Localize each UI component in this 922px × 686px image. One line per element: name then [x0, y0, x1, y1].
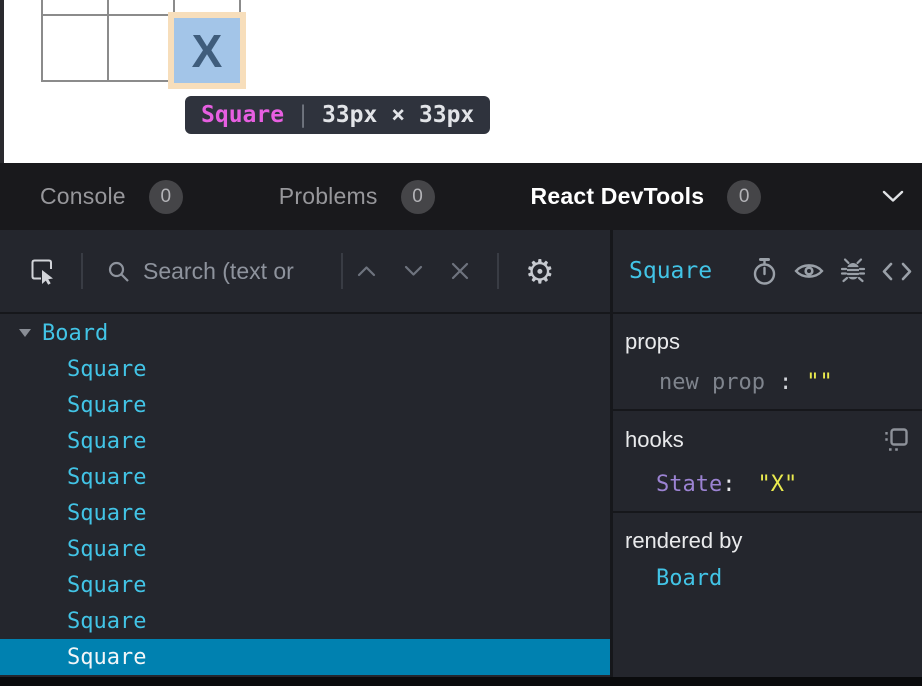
tree-item-square[interactable]: Square [0, 387, 610, 423]
details-header: Square [613, 230, 922, 314]
tree-item-label: Square [67, 501, 146, 526]
hooks-section: hooks State: "X" [613, 411, 922, 513]
tree-item-square[interactable]: Square [0, 459, 610, 495]
new-prop-field[interactable]: new prop [659, 370, 765, 395]
tree-item-square[interactable]: Square [0, 567, 610, 603]
inspect-highlight-overlay[interactable]: X [174, 18, 240, 83]
search-input[interactable] [143, 258, 341, 285]
tab-count-badge: 0 [401, 180, 435, 214]
tab-label: React DevTools [531, 183, 705, 210]
parse-hook-names-icon[interactable] [883, 426, 910, 453]
browser-page: X Square | 33px × 33px [0, 0, 922, 163]
hooks-header-row: hooks [625, 426, 912, 453]
tree-item-label: Square [67, 429, 146, 454]
hooks-header: hooks [625, 427, 684, 453]
state-value-field[interactable]: "X" [757, 472, 797, 497]
tab-react-devtools[interactable]: React DevTools 0 [531, 180, 762, 214]
board-cell[interactable] [109, 16, 173, 80]
search-icon [107, 260, 130, 283]
key-value-colon: : [722, 472, 735, 497]
suspense-timer-icon[interactable] [751, 257, 778, 286]
tab-problems[interactable]: Problems 0 [279, 180, 435, 214]
tree-item-label: Square [67, 645, 146, 670]
tree-item-square[interactable]: Square [0, 351, 610, 387]
new-prop-value-field[interactable]: "" [806, 370, 833, 395]
tree-item-label: Square [67, 537, 146, 562]
square-cell-value: X [192, 24, 223, 78]
inspect-highlight-padding: X [168, 12, 246, 89]
rendered-by-board-link[interactable]: Board [625, 566, 912, 591]
window-edge [0, 0, 4, 163]
component-details-panel: Square [613, 230, 922, 686]
components-tree-panel: ⚙ Board Square Square Square Square Squa… [0, 230, 613, 686]
props-header: props [625, 329, 912, 355]
tab-label: Problems [279, 183, 378, 210]
tree-item-label: Board [42, 321, 108, 346]
board-cell[interactable] [43, 16, 107, 80]
tree-item-square[interactable]: Square [0, 603, 610, 639]
tree-item-square[interactable]: Square [0, 531, 610, 567]
tooltip-divider: | [296, 102, 310, 128]
tooltip-dimensions: 33px × 33px [322, 102, 474, 128]
selected-component-name: Square [629, 258, 712, 284]
rendered-by-section: rendered by Board [613, 513, 922, 605]
toolbar-divider [341, 253, 343, 289]
board-cell[interactable] [43, 0, 107, 14]
toolbar-divider [81, 253, 83, 289]
tree-item-label: Square [67, 357, 146, 382]
inspect-dom-eye-icon[interactable] [794, 261, 824, 281]
key-value-colon: : [779, 370, 792, 395]
state-hook-row: State: "X" [625, 472, 912, 497]
element-size-tooltip: Square | 33px × 33px [185, 96, 490, 134]
debug-bug-icon[interactable] [840, 257, 866, 285]
tab-count-badge: 0 [727, 180, 761, 214]
toolbar-divider [497, 253, 499, 289]
settings-gear-icon[interactable]: ⚙ [525, 252, 555, 291]
tree-item-square[interactable]: Square [0, 423, 610, 459]
expand-arrow-icon[interactable] [19, 329, 31, 337]
state-hook-label: State [656, 472, 722, 497]
tree-item-board[interactable]: Board [0, 315, 610, 351]
tree-item-square[interactable]: Square [0, 639, 610, 675]
tree-item-square[interactable]: Square [0, 495, 610, 531]
tree-item-label: Square [67, 573, 146, 598]
tree-toolbar: ⚙ [0, 230, 610, 314]
bottom-edge-bar [0, 677, 922, 686]
tab-console[interactable]: Console 0 [40, 180, 183, 214]
props-section: props new prop: "" [613, 314, 922, 411]
tree-item-label: Square [67, 393, 146, 418]
react-devtools-panel: ⚙ Board Square Square Square Square Squa… [0, 230, 922, 686]
view-source-code-icon[interactable] [882, 262, 912, 281]
board-cell[interactable] [109, 0, 173, 14]
tree-item-label: Square [67, 609, 146, 634]
tab-label: Console [40, 183, 126, 210]
next-result-icon[interactable] [404, 265, 423, 277]
screen: X Square | 33px × 33px Console 0 Problem… [0, 0, 922, 686]
clear-search-icon[interactable] [451, 262, 469, 280]
inspect-element-icon[interactable] [28, 256, 56, 286]
details-header-icons [751, 257, 912, 286]
rendered-by-header: rendered by [625, 528, 912, 554]
component-tree: Board Square Square Square Square Square… [0, 314, 610, 675]
previous-result-icon[interactable] [357, 265, 376, 277]
tab-count-badge: 0 [149, 180, 183, 214]
tree-item-label: Square [67, 465, 146, 490]
props-row: new prop: "" [625, 370, 912, 395]
chevron-down-icon[interactable] [882, 190, 904, 203]
tooltip-component-name: Square [201, 102, 284, 128]
devtools-tab-bar: Console 0 Problems 0 React DevTools 0 [0, 163, 922, 230]
